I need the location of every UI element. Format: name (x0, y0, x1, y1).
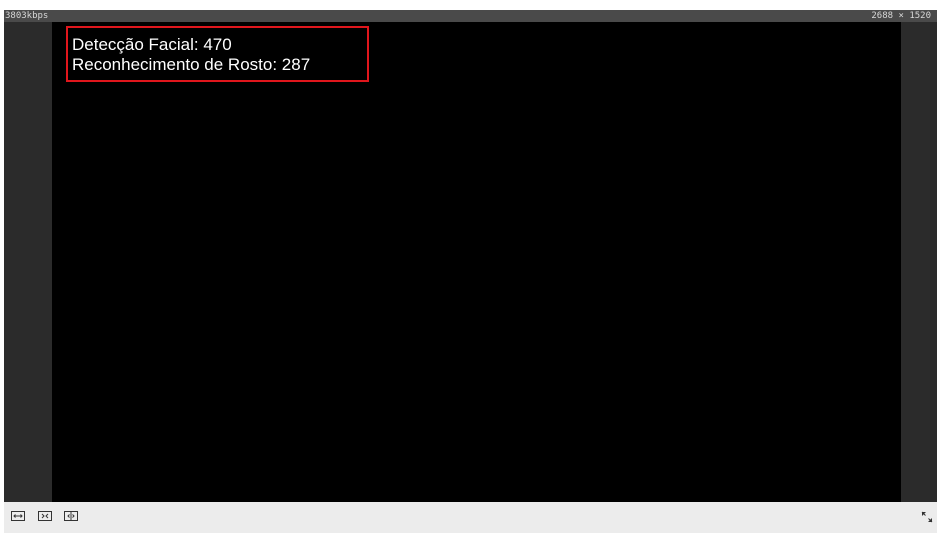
original-size-icon (64, 509, 78, 523)
face-recognition-count: Reconhecimento de Rosto: 287 (72, 55, 311, 74)
live-view-frame: 3803kbps 2688 × 1520 Detecção Facial: 47… (4, 10, 937, 533)
resolution-label: 2688 × 1520 (871, 11, 931, 21)
fullscreen-button[interactable] (921, 511, 933, 523)
video-player[interactable]: 3803kbps 2688 × 1520 Detecção Facial: 47… (4, 10, 937, 502)
fit-window-button[interactable] (11, 509, 25, 523)
face-detection-count: Detecção Facial: 470 (72, 35, 232, 54)
osd-counter-box: Detecção Facial: 470 Reconhecimento de R… (66, 26, 369, 82)
fullscreen-icon (921, 511, 933, 523)
video-canvas[interactable]: Detecção Facial: 470 Reconhecimento de R… (52, 22, 901, 502)
stretch-icon (38, 509, 52, 523)
bitrate-label: 3803kbps (5, 11, 49, 21)
player-toolbar (4, 502, 937, 533)
original-size-button[interactable] (64, 509, 78, 523)
stretch-button[interactable] (38, 509, 52, 523)
stream-info-bar: 3803kbps 2688 × 1520 (4, 10, 937, 22)
fit-window-icon (11, 509, 25, 523)
